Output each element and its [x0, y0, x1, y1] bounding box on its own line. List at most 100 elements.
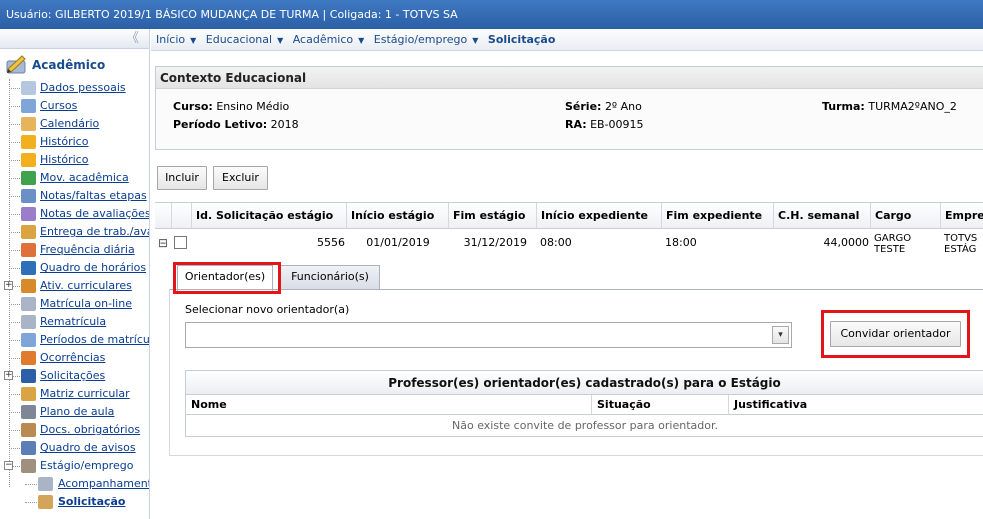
breadcrumb-item-academico[interactable]: Acadêmico: [293, 33, 353, 46]
tree-connector: [9, 88, 20, 89]
check-book-icon: [21, 99, 36, 113]
sidebar-item[interactable]: + Ativ. curriculares: [0, 277, 149, 295]
sidebar-item[interactable]: Notas de avaliações: [0, 205, 149, 223]
col-fim-expediente[interactable]: Fim expediente: [662, 203, 774, 229]
sidebar-item-label[interactable]: Quadro de horários: [40, 261, 146, 274]
sidebar-item[interactable]: Docs. obrigatórios: [0, 421, 149, 439]
sidebar-item[interactable]: Períodos de matrícula: [0, 331, 149, 349]
sidebar-item[interactable]: Matriz curricular: [0, 385, 149, 403]
sidebar-item[interactable]: Cursos: [0, 97, 149, 115]
chevron-down-icon[interactable]: ▾: [772, 326, 789, 344]
cell-inicio-expediente: 08:00: [540, 236, 572, 249]
breadcrumb-item-educacional[interactable]: Educacional: [206, 33, 272, 46]
clock-icon: [21, 261, 36, 275]
chevron-down-icon[interactable]: ▼: [277, 36, 283, 45]
select-orientador-label: Selecionar novo orientador(a): [185, 303, 350, 316]
sidebar-item[interactable]: Mov. acadêmica: [0, 169, 149, 187]
sidebar-item-label[interactable]: Notas/faltas etapas: [40, 189, 147, 202]
sidebar-item[interactable]: Ocorrências: [0, 349, 149, 367]
sidebar-item[interactable]: − Estágio/emprego: [0, 457, 149, 475]
context-panel: Contexto Educacional Curso: Ensino Médio…: [155, 66, 983, 150]
sidebar-item-label[interactable]: Plano de aula: [40, 405, 114, 418]
serie-field: Série: 2º Ano: [565, 100, 642, 113]
sidebar-item[interactable]: Histórico: [0, 133, 149, 151]
sidebar-item-label[interactable]: Ativ. curriculares: [40, 279, 132, 292]
sidebar-item[interactable]: Entrega de trab./ava: [0, 223, 149, 241]
row-collapse-icon[interactable]: ⊟: [158, 230, 172, 262]
sidebar-item[interactable]: Matrícula on-line: [0, 295, 149, 313]
excluir-button[interactable]: Excluir: [213, 166, 268, 190]
tab-funcionarios[interactable]: Funcionário(s): [280, 265, 380, 289]
pencil-check-icon: [21, 207, 36, 221]
sidebar-item-label[interactable]: Dados pessoais: [40, 81, 126, 94]
sidebar-item[interactable]: Histórico: [0, 151, 149, 169]
sidebar-item[interactable]: Dados pessoais: [0, 79, 149, 97]
people-icon: [21, 279, 36, 293]
sidebar-collapse-button[interactable]: 《: [0, 29, 149, 49]
chevron-down-icon[interactable]: ▼: [472, 36, 478, 45]
tree-connector: [9, 448, 20, 449]
sidebar-item-label[interactable]: Docs. obrigatórios: [40, 423, 140, 436]
col-justificativa[interactable]: Justificativa: [729, 395, 983, 415]
row-checkbox[interactable]: [174, 236, 187, 249]
sidebar-item-label[interactable]: Matriz curricular: [40, 387, 130, 400]
expand-icon[interactable]: +: [4, 281, 13, 290]
orientador-select[interactable]: ▾: [185, 322, 792, 348]
sidebar-item-label[interactable]: Histórico: [40, 153, 88, 166]
tree-connector: [9, 106, 20, 107]
sidebar-item-label[interactable]: Calendário: [40, 117, 99, 130]
chevron-down-icon[interactable]: ▼: [358, 36, 364, 45]
professores-grid: Professor(es) orientador(es) cadastrado(…: [185, 370, 983, 437]
col-nome[interactable]: Nome: [186, 395, 592, 415]
convidar-orientador-button[interactable]: Convidar orientador: [830, 321, 961, 347]
tree-connector: [9, 142, 20, 143]
col-ch-semanal[interactable]: C.H. semanal: [774, 203, 871, 229]
module-header[interactable]: Acadêmico: [0, 49, 149, 79]
sidebar-item-label[interactable]: Entrega de trab./ava: [40, 225, 149, 238]
col-id-solicitacao[interactable]: Id. Solicitação estágio: [192, 203, 347, 229]
tree-connector: [9, 304, 20, 305]
sidebar-item[interactable]: Quadro de horários: [0, 259, 149, 277]
sidebar-subitem-label[interactable]: Solicitação: [58, 495, 126, 508]
col-situacao[interactable]: Situação: [592, 395, 729, 415]
sidebar-item-label[interactable]: Períodos de matrícula: [40, 333, 149, 346]
col-inicio-expediente[interactable]: Início expediente: [537, 203, 662, 229]
col-empresa[interactable]: Empre: [941, 203, 983, 229]
empty-message: Não existe convite de professor para ori…: [452, 419, 718, 432]
col-fim-estagio[interactable]: Fim estágio: [449, 203, 537, 229]
sidebar-item[interactable]: Quadro de avisos: [0, 439, 149, 457]
incluir-button[interactable]: Incluir: [157, 166, 207, 190]
grid-expander-header: [155, 203, 172, 229]
sidebar-item-label[interactable]: Quadro de avisos: [40, 441, 136, 454]
sidebar-subitem[interactable]: Solicitação: [0, 493, 149, 511]
sidebar-item[interactable]: Calendário: [0, 115, 149, 133]
tree-connector: [25, 502, 37, 503]
expand-icon[interactable]: +: [4, 371, 13, 380]
sidebar-item-label[interactable]: Cursos: [40, 99, 77, 112]
chevron-down-icon[interactable]: ▼: [190, 36, 196, 45]
sidebar-item[interactable]: Notas/faltas etapas: [0, 187, 149, 205]
sidebar-item-label[interactable]: Frequência diária: [40, 243, 135, 256]
sidebar-item[interactable]: Plano de aula: [0, 403, 149, 421]
sidebar-item-label[interactable]: Ocorrências: [40, 351, 105, 364]
sidebar-item-label[interactable]: Solicitações: [40, 369, 105, 382]
breadcrumb-item-inicio[interactable]: Início: [156, 33, 185, 46]
sidebar-item-label[interactable]: Histórico: [40, 135, 88, 148]
tree-connector: [9, 232, 20, 233]
sidebar-item-label[interactable]: Matrícula on-line: [40, 297, 132, 310]
sidebar-item[interactable]: + Solicitações: [0, 367, 149, 385]
cell-empresa-line1: TOTVS: [944, 233, 978, 244]
sidebar-item[interactable]: Frequência diária: [0, 241, 149, 259]
sidebar-subitem-label[interactable]: Acompanhamento: [58, 477, 149, 490]
collapse-icon[interactable]: −: [4, 461, 13, 470]
sidebar-item-label[interactable]: Mov. acadêmica: [40, 171, 129, 184]
sidebar-item-label[interactable]: Rematrícula: [40, 315, 106, 328]
sidebar-item-label[interactable]: Notas de avaliações: [40, 207, 149, 220]
sidebar-item[interactable]: Rematrícula: [0, 313, 149, 331]
breadcrumb-item-estagio[interactable]: Estágio/emprego: [374, 33, 467, 46]
col-cargo[interactable]: Cargo: [871, 203, 941, 229]
periodo-value: 2018: [270, 118, 299, 131]
sidebar-item-label[interactable]: Estágio/emprego: [40, 459, 133, 472]
col-inicio-estagio[interactable]: Início estágio: [347, 203, 449, 229]
sidebar-subitem[interactable]: Acompanhamento: [0, 475, 149, 493]
